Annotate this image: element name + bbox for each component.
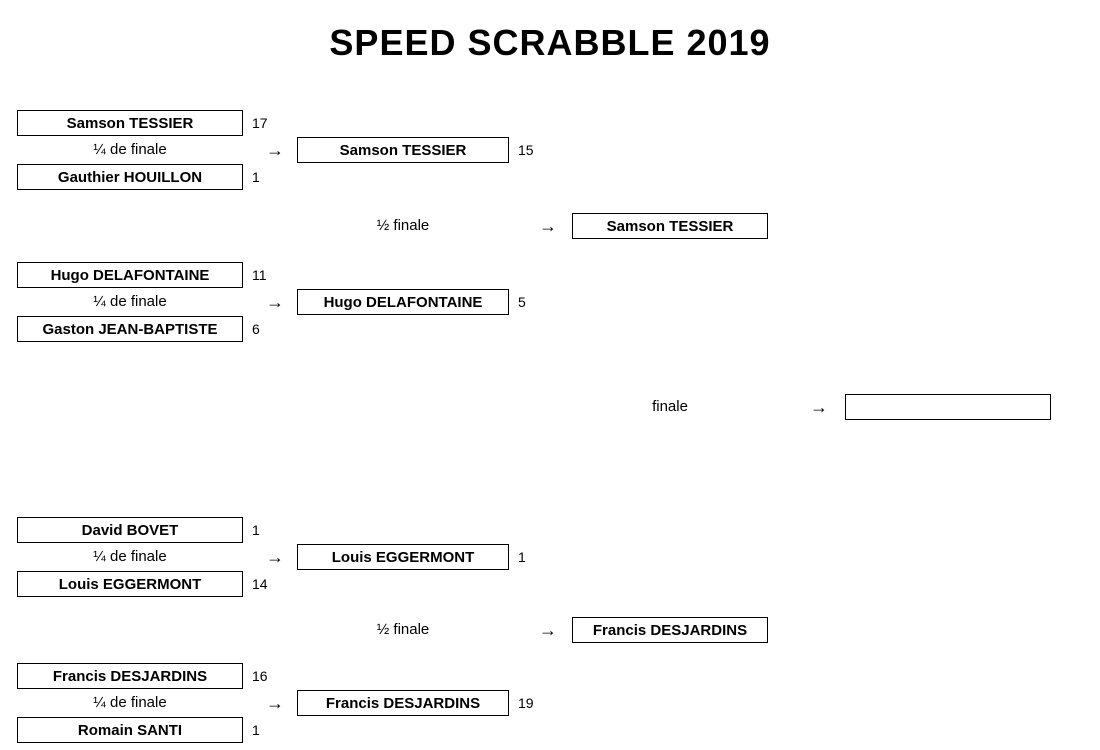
page-title: SPEED SCRABBLE 2019 xyxy=(0,22,1100,64)
qf2-score2: 6 xyxy=(252,316,260,342)
arrow-icon: → xyxy=(539,213,557,239)
arrow-icon: → xyxy=(810,394,828,420)
sf1-player1: Samson TESSIER xyxy=(297,137,509,163)
arrow-icon: → xyxy=(539,617,557,643)
qf2-player2: Gaston JEAN-BAPTISTE xyxy=(17,316,243,342)
qf3-player1: David BOVET xyxy=(17,517,243,543)
qf1-score1: 17 xyxy=(252,110,268,136)
sf2-score1: 1 xyxy=(518,544,526,570)
qf2-player1: Hugo DELAFONTAINE xyxy=(17,262,243,288)
qf1-label: ¼ de finale xyxy=(17,137,243,163)
finalist2: Francis DESJARDINS xyxy=(572,617,768,643)
sf1-score1: 15 xyxy=(518,137,534,163)
qf4-label: ¼ de finale xyxy=(17,690,243,716)
sf2-score2: 19 xyxy=(518,690,534,716)
qf4-score2: 1 xyxy=(252,717,260,743)
qf1-player1: Samson TESSIER xyxy=(17,110,243,136)
qf3-score1: 1 xyxy=(252,517,260,543)
sf2-player2: Francis DESJARDINS xyxy=(297,690,509,716)
sf2-label: ½ finale xyxy=(297,617,509,643)
winner-box xyxy=(845,394,1051,420)
qf2-score1: 11 xyxy=(252,262,267,288)
arrow-icon: → xyxy=(266,289,284,315)
final-label: finale xyxy=(572,394,768,420)
qf4-player2: Romain SANTI xyxy=(17,717,243,743)
finalist1: Samson TESSIER xyxy=(572,213,768,239)
sf2-player1: Louis EGGERMONT xyxy=(297,544,509,570)
arrow-icon: → xyxy=(266,690,284,716)
sf1-score2: 5 xyxy=(518,289,526,315)
qf3-label: ¼ de finale xyxy=(17,544,243,570)
qf3-player2: Louis EGGERMONT xyxy=(17,571,243,597)
qf4-score1: 16 xyxy=(252,663,268,689)
qf2-label: ¼ de finale xyxy=(17,289,243,315)
qf4-player1: Francis DESJARDINS xyxy=(17,663,243,689)
qf1-score2: 1 xyxy=(252,164,260,190)
arrow-icon: → xyxy=(266,544,284,570)
sf1-player2: Hugo DELAFONTAINE xyxy=(297,289,509,315)
sf1-label: ½ finale xyxy=(297,213,509,239)
qf3-score2: 14 xyxy=(252,571,268,597)
arrow-icon: → xyxy=(266,137,284,163)
qf1-player2: Gauthier HOUILLON xyxy=(17,164,243,190)
